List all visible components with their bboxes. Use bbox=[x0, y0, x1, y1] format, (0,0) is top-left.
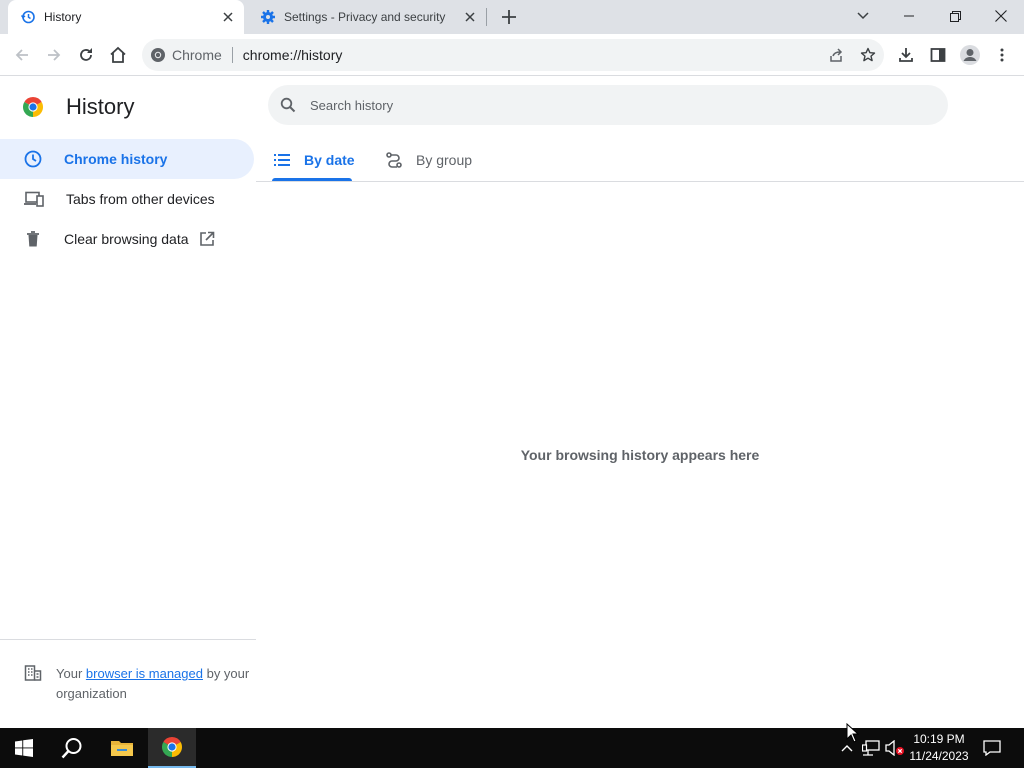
star-icon bbox=[860, 47, 876, 63]
sidebar-item-chrome-history[interactable]: Chrome history bbox=[0, 139, 254, 179]
active-tab-indicator bbox=[272, 178, 352, 181]
taskbar: 10:19 PM 11/24/2023 bbox=[0, 728, 1024, 768]
tab-strip: History Settings - Privacy and security bbox=[0, 0, 1024, 34]
search-box[interactable] bbox=[268, 85, 948, 125]
toolbar: Chrome chrome://history bbox=[0, 34, 1024, 76]
volume-muted-icon bbox=[885, 740, 905, 756]
list-icon bbox=[274, 154, 290, 166]
mouse-cursor bbox=[846, 722, 860, 748]
tab-search-button[interactable] bbox=[840, 0, 886, 32]
start-button[interactable] bbox=[0, 728, 48, 768]
forward-button[interactable] bbox=[38, 39, 70, 71]
arrow-right-icon bbox=[46, 47, 62, 63]
chrome-logo-icon bbox=[150, 47, 166, 63]
back-button[interactable] bbox=[6, 39, 38, 71]
sidebar-item-label: Chrome history bbox=[64, 151, 168, 167]
restore-button[interactable] bbox=[932, 0, 978, 32]
reload-button[interactable] bbox=[70, 39, 102, 71]
trash-icon bbox=[24, 230, 42, 248]
address-bar[interactable]: Chrome chrome://history bbox=[142, 39, 884, 71]
search-icon bbox=[280, 97, 296, 113]
search-taskbar-button[interactable] bbox=[48, 728, 96, 768]
home-icon bbox=[109, 46, 127, 64]
sidebar-item-tabs-other-devices[interactable]: Tabs from other devices bbox=[0, 179, 256, 219]
tab-label: By date bbox=[304, 152, 355, 168]
side-panel-icon bbox=[930, 47, 946, 63]
downloads-button[interactable] bbox=[890, 39, 922, 71]
sidebar-item-label: Tabs from other devices bbox=[66, 191, 215, 207]
avatar-icon bbox=[959, 44, 981, 66]
site-chip-label: Chrome bbox=[172, 47, 222, 63]
notification-icon bbox=[983, 740, 1001, 756]
history-page: History Chrome history Tabs from other d… bbox=[0, 77, 1024, 728]
tab-title: Settings - Privacy and security bbox=[284, 10, 446, 24]
home-button[interactable] bbox=[102, 39, 134, 71]
clock-icon bbox=[24, 150, 42, 168]
download-icon bbox=[898, 47, 914, 63]
tab-by-group[interactable]: By group bbox=[386, 139, 472, 181]
more-vertical-icon bbox=[1000, 48, 1004, 62]
share-icon bbox=[828, 47, 844, 63]
empty-history-message: Your browsing history appears here bbox=[520, 447, 760, 463]
search-input[interactable] bbox=[310, 97, 870, 113]
tab-history[interactable]: History bbox=[8, 0, 244, 34]
page-header: History bbox=[22, 94, 134, 120]
side-panel-button[interactable] bbox=[922, 39, 954, 71]
close-tab-icon[interactable] bbox=[462, 9, 478, 25]
sidebar: Chrome history Tabs from other devices C… bbox=[0, 139, 256, 259]
site-info-chip[interactable]: Chrome bbox=[150, 47, 222, 63]
external-link-icon bbox=[199, 231, 215, 247]
minimize-button[interactable] bbox=[886, 0, 932, 32]
managed-notice: Your browser is managed by your organiza… bbox=[24, 664, 254, 704]
windows-logo-icon bbox=[15, 739, 33, 757]
gear-icon bbox=[260, 9, 276, 25]
omnibox-divider bbox=[231, 47, 233, 63]
managed-prefix: Your bbox=[56, 666, 83, 681]
view-tabs: By date By group bbox=[256, 139, 1024, 182]
tab-title: History bbox=[44, 10, 82, 24]
file-explorer-button[interactable] bbox=[98, 728, 146, 768]
history-icon bbox=[20, 9, 36, 25]
clock-date: 11/24/2023 bbox=[909, 749, 969, 763]
system-clock[interactable]: 10:19 PM 11/24/2023 bbox=[904, 731, 974, 765]
tab-by-date[interactable]: By date bbox=[274, 139, 355, 181]
sidebar-item-clear-browsing-data[interactable]: Clear browsing data bbox=[0, 219, 256, 259]
close-window-button[interactable] bbox=[978, 0, 1024, 32]
action-center-button[interactable] bbox=[978, 728, 1006, 768]
chrome-logo-icon bbox=[161, 736, 183, 758]
close-tab-icon[interactable] bbox=[220, 9, 236, 25]
building-icon bbox=[24, 664, 42, 704]
network-tray-button[interactable] bbox=[860, 728, 882, 768]
clock-time: 10:19 PM bbox=[913, 732, 965, 746]
chrome-menu-button[interactable] bbox=[986, 39, 1018, 71]
reload-icon bbox=[78, 47, 94, 63]
devices-icon bbox=[24, 191, 44, 207]
share-button[interactable] bbox=[820, 41, 852, 69]
network-icon bbox=[862, 740, 880, 756]
page-title: History bbox=[66, 94, 135, 119]
new-tab-button[interactable] bbox=[498, 6, 520, 28]
managed-text: Your browser is managed by your organiza… bbox=[56, 664, 254, 704]
browser-managed-link[interactable]: browser is managed bbox=[86, 666, 203, 681]
tab-label: By group bbox=[416, 152, 473, 168]
profile-button[interactable] bbox=[954, 39, 986, 71]
search-icon bbox=[61, 737, 83, 759]
url-text[interactable]: chrome://history bbox=[243, 47, 820, 63]
tab-separator bbox=[486, 8, 487, 26]
tab-settings[interactable]: Settings - Privacy and security bbox=[248, 0, 486, 34]
folder-icon bbox=[110, 738, 134, 758]
chrome-taskbar-button[interactable] bbox=[148, 728, 196, 768]
bookmark-button[interactable] bbox=[852, 41, 884, 69]
divider bbox=[0, 639, 256, 640]
sidebar-item-label: Clear browsing data bbox=[64, 231, 189, 247]
journeys-icon bbox=[386, 152, 402, 168]
chrome-logo-icon bbox=[22, 96, 44, 118]
arrow-left-icon bbox=[14, 47, 30, 63]
volume-tray-button[interactable] bbox=[884, 728, 906, 768]
